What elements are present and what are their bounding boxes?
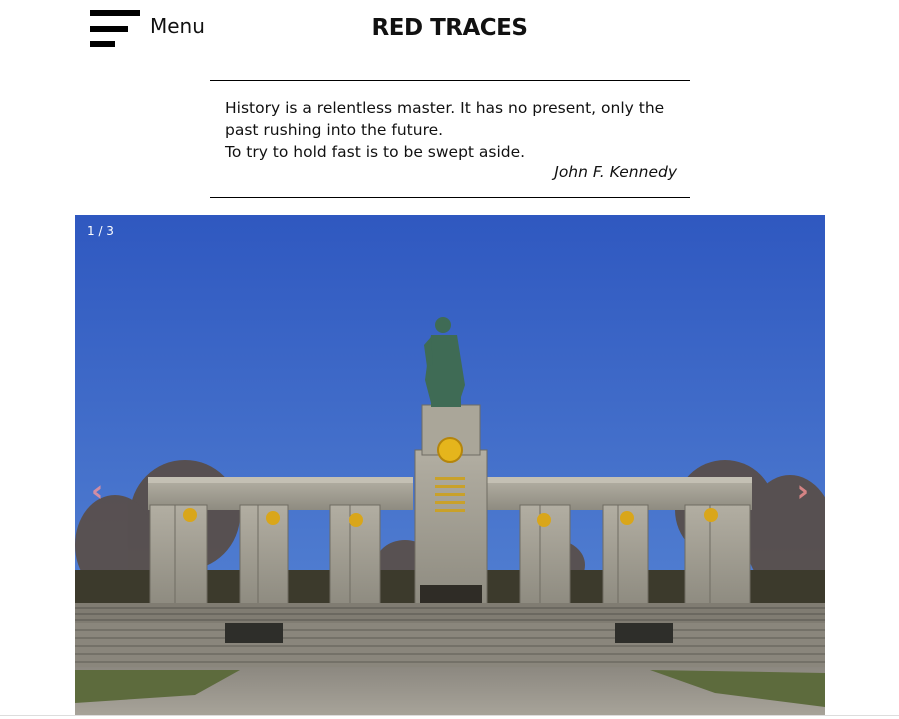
divider [0, 715, 899, 716]
page: Menu RED TRACES History is a relentless … [0, 0, 899, 719]
quote-block: History is a relentless master. It has n… [210, 80, 690, 198]
slideshow[interactable]: 1 / 3 ‹ › [75, 215, 825, 715]
quote-author: John F. Kennedy [554, 163, 677, 181]
quote-text: History is a relentless master. It has n… [225, 97, 665, 163]
chevron-right-icon[interactable]: › [797, 477, 809, 507]
quote-line: past rushing into the future. [225, 121, 444, 139]
memorial-photo [75, 215, 825, 715]
quote-line: History is a relentless master. It has n… [225, 99, 665, 117]
slide-counter: 1 / 3 [87, 224, 114, 238]
quote-line: To try to hold fast is to be swept aside… [225, 143, 526, 161]
site-title: RED TRACES [371, 15, 528, 41]
chevron-left-icon[interactable]: ‹ [91, 477, 103, 507]
